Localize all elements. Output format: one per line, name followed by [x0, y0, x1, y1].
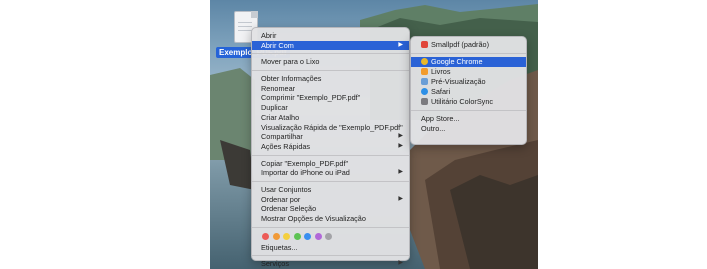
menu-item-visualizacao-rapida[interactable]: Visualização Rápida de "Exemplo_PDF.pdf" [252, 123, 409, 133]
submenu-item-safari[interactable]: Safari [411, 87, 526, 97]
tag-orange-dot[interactable] [272, 233, 280, 241]
menu-item-abrir-com[interactable]: Abrir Com ▶ [252, 40, 409, 51]
menu-item-criar-atalho[interactable]: Criar Atalho [252, 113, 409, 123]
open-with-submenu: Smallpdf (padrão) Google Chrome Livros P… [410, 36, 527, 145]
chevron-right-icon: ▶ [398, 169, 403, 176]
menu-item-usar-conjuntos[interactable]: Usar Conjuntos [252, 185, 409, 195]
menu-item-acoes-rapidas[interactable]: Ações Rápidas ▶ [252, 142, 409, 152]
submenu-item-pre-visualizacao[interactable]: Pré-Visualização [411, 77, 526, 87]
smallpdf-icon [421, 41, 428, 48]
context-menu: Abrir Abrir Com ▶ Mover para o Lixo Obter… [251, 27, 410, 268]
submenu-item-outro[interactable]: Outro... [411, 124, 526, 134]
chevron-right-icon: ▶ [398, 260, 403, 267]
menu-separator [252, 226, 409, 228]
preview-icon [421, 78, 428, 85]
submenu-item-google-chrome[interactable]: Google Chrome [411, 57, 526, 67]
menu-item-etiquetas[interactable]: Etiquetas... [252, 243, 409, 253]
menu-item-mostrar-opcoes[interactable]: Mostrar Opções de Visualização [252, 214, 409, 224]
submenu-item-colorsync[interactable]: Utilitário ColorSync [411, 97, 526, 107]
tag-gray-dot[interactable] [325, 233, 332, 241]
tag-purple-dot[interactable] [314, 233, 322, 241]
chevron-right-icon: ▶ [398, 133, 403, 140]
books-icon [421, 68, 428, 75]
submenu-item-smallpdf[interactable]: Smallpdf (padrão) [411, 40, 526, 50]
menu-separator [411, 110, 526, 111]
menu-item-abrir[interactable]: Abrir [252, 31, 409, 41]
chevron-right-icon: ▶ [398, 195, 403, 202]
menu-item-duplicar[interactable]: Duplicar [252, 103, 409, 113]
tag-green-dot[interactable] [293, 233, 301, 241]
colorsync-icon [421, 98, 428, 105]
menu-item-servicos[interactable]: Serviços ▶ [252, 259, 409, 269]
chrome-icon [421, 58, 428, 65]
menu-item-copiar[interactable]: Copiar "Exemplo_PDF.pdf" [252, 159, 409, 169]
menu-separator [252, 255, 409, 257]
menu-separator [252, 53, 409, 55]
menu-item-compartilhar[interactable]: Compartilhar ▶ [252, 132, 409, 142]
tag-red-dot[interactable] [262, 233, 269, 241]
tag-yellow-dot[interactable] [283, 233, 290, 241]
menu-separator [252, 70, 409, 72]
tag-blue-dot[interactable] [304, 233, 311, 241]
menu-item-ordenar-selecao[interactable]: Ordenar Seleção [252, 204, 409, 214]
submenu-item-app-store[interactable]: App Store... [411, 114, 526, 124]
menu-separator [411, 53, 526, 54]
menu-item-importar-iphone[interactable]: Importar do iPhone ou iPad ▶ [252, 168, 409, 178]
chevron-right-icon: ▶ [398, 142, 403, 149]
menu-item-renomear[interactable]: Renomear [252, 84, 409, 94]
menu-item-obter-informacoes[interactable]: Obter Informações [252, 74, 409, 84]
menu-separator [252, 180, 409, 182]
menu-item-ordenar-por[interactable]: Ordenar por ▶ [252, 195, 409, 205]
tag-color-row [252, 231, 409, 243]
chevron-right-icon: ▶ [398, 41, 403, 48]
menu-item-mover-lixo[interactable]: Mover para o Lixo [252, 57, 409, 67]
menu-separator [252, 154, 409, 156]
submenu-item-livros[interactable]: Livros [411, 67, 526, 77]
safari-icon [421, 88, 428, 95]
menu-item-comprimir[interactable]: Comprimir "Exemplo_PDF.pdf" [252, 93, 409, 103]
